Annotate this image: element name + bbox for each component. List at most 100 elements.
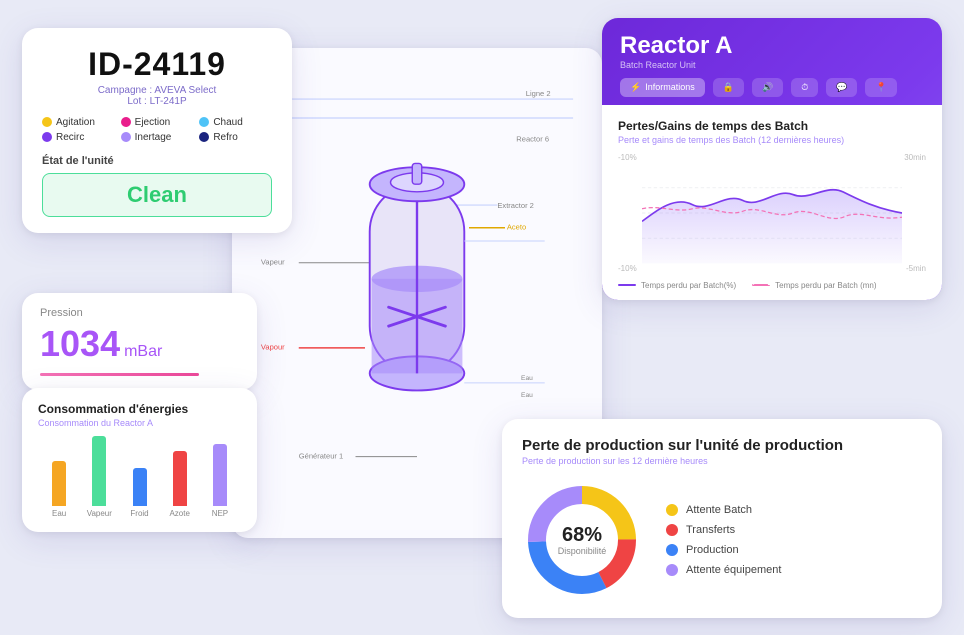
dot-purple <box>666 564 678 576</box>
bar-nep: NEP <box>203 444 237 518</box>
donut-label: Disponibilité <box>558 546 607 556</box>
y-labels-right: 30min -5min <box>904 153 926 273</box>
reactor-header: Reactor A Batch Reactor Unit ⚡ Informati… <box>602 18 942 105</box>
reactor-tab-lock[interactable]: 🔒 <box>713 78 744 97</box>
donut-center: 68% Disponibilité <box>558 524 607 556</box>
chart-subtitle: Perte et gains de temps des Batch (12 de… <box>618 135 926 145</box>
reactor-tab-pin[interactable]: 📍 <box>865 78 896 97</box>
legend-transferts: Transferts <box>666 524 781 536</box>
y-bot-right: -5min <box>904 264 926 273</box>
donut-percent: 68% <box>558 524 607 546</box>
id-campaign: Campagne : AVEVA Select <box>42 85 272 96</box>
reactor-subtitle: Batch Reactor Unit <box>620 60 924 70</box>
chart-legend: Temps perdu par Batch(%) Temps perdu par… <box>618 281 926 290</box>
lock-icon: 🔒 <box>723 82 734 93</box>
legend-attente-equipement: Attente équipement <box>666 564 781 576</box>
reactor-tab-timer[interactable]: ⏱ <box>791 78 818 97</box>
pressure-value: 1034 mBar <box>40 323 239 365</box>
production-title: Perte de production sur l'unité de produ… <box>522 437 922 454</box>
bar-azote-fill <box>173 451 187 506</box>
legend-min: Temps perdu par Batch (mn) <box>752 281 876 290</box>
chart-title: Pertes/Gains de temps des Batch <box>618 119 926 133</box>
bar-azote: Azote <box>163 451 197 518</box>
tag-dot-chaud <box>199 117 209 127</box>
tags-grid: Agitation Ejection Chaud Recirc Inertage… <box>42 117 272 143</box>
pressure-unit: mBar <box>124 343 162 361</box>
tag-agitation: Agitation <box>42 117 115 128</box>
bar-nep-fill <box>213 444 227 506</box>
legend-percent: Temps perdu par Batch(%) <box>618 281 736 290</box>
reactor-tab-chat[interactable]: 💬 <box>826 78 857 97</box>
chat-icon: 💬 <box>836 82 847 93</box>
unit-state-label: État de l'unité <box>42 155 272 167</box>
production-content: 68% Disponibilité Attente Batch Transfer… <box>522 480 922 600</box>
svg-text:Vapeur: Vapeur <box>261 257 285 266</box>
sound-icon: 🔊 <box>762 82 773 93</box>
reactor-tab-info[interactable]: ⚡ Informations <box>620 78 705 97</box>
bar-vapeur: Vapeur <box>82 436 116 518</box>
tag-dot-agitation <box>42 117 52 127</box>
bar-chart: Eau Vapeur Froid Azote NEP <box>38 438 241 518</box>
pressure-bar <box>40 373 199 376</box>
y-top-left: -10% <box>618 153 637 162</box>
state-badge: Clean <box>42 173 272 217</box>
svg-text:Générateur 1: Générateur 1 <box>299 451 343 460</box>
bar-froid-label: Froid <box>130 509 148 518</box>
id-title: ID-24119 <box>42 46 272 83</box>
pin-icon: 📍 <box>875 82 886 93</box>
pressure-label: Pression <box>40 307 239 319</box>
legend-production: Production <box>666 544 781 556</box>
energy-card: Consommation d'énergies Consommation du … <box>22 388 257 532</box>
tag-label-inertage: Inertage <box>135 132 172 143</box>
production-legend: Attente Batch Transferts Production Atte… <box>666 504 781 576</box>
bar-azote-label: Azote <box>169 509 189 518</box>
tag-label-refro: Refro <box>213 132 237 143</box>
bar-nep-label: NEP <box>212 509 228 518</box>
energy-title: Consommation d'énergies <box>38 402 241 416</box>
line-chart-svg <box>642 153 902 273</box>
tag-chaud: Chaud <box>199 117 272 128</box>
reactor-card: Reactor A Batch Reactor Unit ⚡ Informati… <box>602 18 942 300</box>
dashboard-container: ID-24119 Campagne : AVEVA Select Lot : L… <box>22 18 942 618</box>
bar-eau: Eau <box>42 461 76 518</box>
legend-line-pink <box>752 284 770 286</box>
line-chart: -10% -10% 30min -5min <box>618 153 926 273</box>
tag-ejection: Ejection <box>121 117 194 128</box>
svg-text:Reactor 6: Reactor 6 <box>516 134 549 143</box>
bar-eau-fill <box>52 461 66 506</box>
label-attente-equipement: Attente équipement <box>686 564 781 576</box>
dot-yellow <box>666 504 678 516</box>
pressure-number: 1034 <box>40 323 120 365</box>
timer-icon: ⏱ <box>801 82 808 93</box>
energy-subtitle: Consommation du Reactor A <box>38 418 241 428</box>
legend-label-percent: Temps perdu par Batch(%) <box>641 281 736 290</box>
tag-label-agitation: Agitation <box>56 117 95 128</box>
pressure-card: Pression 1034 mBar <box>22 293 257 390</box>
tag-label-recirc: Recirc <box>56 132 84 143</box>
bar-vapeur-fill <box>92 436 106 506</box>
svg-text:Eau: Eau <box>521 375 533 382</box>
tag-dot-recirc <box>42 132 52 142</box>
legend-line-purple <box>618 284 636 286</box>
svg-text:Extractor 2: Extractor 2 <box>497 200 534 209</box>
dot-blue <box>666 544 678 556</box>
tag-dot-inertage <box>121 132 131 142</box>
tag-dot-ejection <box>121 117 131 127</box>
reactor-chart-area: Pertes/Gains de temps des Batch Perte et… <box>602 105 942 300</box>
tag-label-chaud: Chaud <box>213 117 242 128</box>
y-bot-left: -10% <box>618 264 637 273</box>
tag-refro: Refro <box>199 132 272 143</box>
dot-red <box>666 524 678 536</box>
label-transferts: Transferts <box>686 524 735 536</box>
bar-eau-label: Eau <box>52 509 66 518</box>
bar-vapeur-label: Vapeur <box>87 509 112 518</box>
reactor-tab-sound[interactable]: 🔊 <box>752 78 783 97</box>
id-lot: Lot : LT-241P <box>42 96 272 107</box>
reactor-title: Reactor A <box>620 32 924 60</box>
id-card: ID-24119 Campagne : AVEVA Select Lot : L… <box>22 28 292 233</box>
tab-info-label: Informations <box>645 82 695 92</box>
y-labels-left: -10% -10% <box>618 153 637 273</box>
tag-inertage: Inertage <box>121 132 194 143</box>
y-top-right: 30min <box>904 153 926 162</box>
reactor-tabs: ⚡ Informations 🔒 🔊 ⏱ 💬 📍 <box>620 78 924 97</box>
